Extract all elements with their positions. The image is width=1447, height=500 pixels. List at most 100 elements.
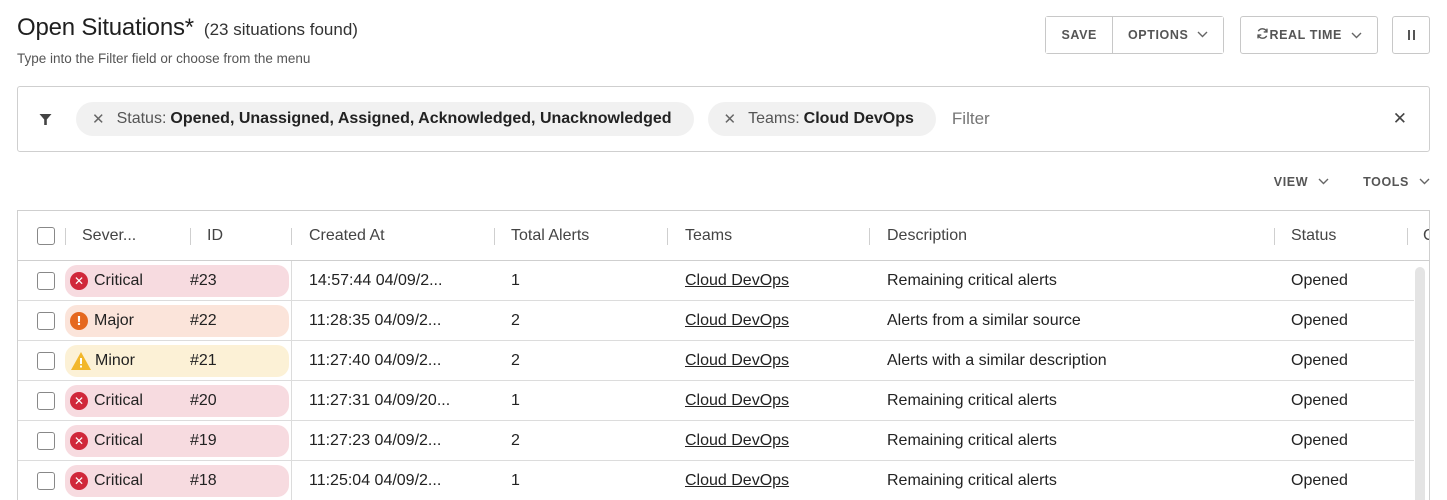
total-alerts-cell: 2 (511, 352, 520, 369)
created-at-cell: 11:25:04 04/09/2... (309, 472, 442, 489)
view-tools: VIEW TOOLS (1274, 175, 1430, 189)
critical-x-icon: ✕ (70, 272, 88, 290)
severity-cell: ! Major (70, 301, 134, 341)
severity-cell: ✕ Critical (70, 421, 143, 461)
row-checkbox[interactable] (37, 261, 55, 301)
row-checkbox[interactable] (37, 421, 55, 461)
chevron-down-icon (1351, 28, 1362, 42)
critical-x-icon: ✕ (70, 432, 88, 450)
team-link[interactable]: Cloud DevOps (685, 312, 789, 330)
situations-table: Sever... ID Created At Total Alerts Team… (17, 210, 1430, 500)
teams-cell: Cloud DevOps (685, 421, 789, 461)
realtime-button[interactable]: REAL TIME (1240, 16, 1378, 54)
situation-count: (23 situations found) (203, 20, 358, 39)
column-header-description[interactable]: Description (887, 211, 967, 261)
team-link[interactable]: Cloud DevOps (685, 472, 789, 490)
vertical-scrollbar[interactable] (1415, 267, 1425, 500)
teams-cell: Cloud DevOps (685, 341, 789, 381)
funnel-icon[interactable] (38, 112, 52, 126)
team-link[interactable]: Cloud DevOps (685, 272, 789, 290)
table-row[interactable]: ✕ Critical #18 11:25:04 04/09/2... 1 Cloud De… (18, 461, 1414, 500)
major-exclamation-icon: ! (70, 312, 88, 330)
id-cell: #18 (190, 472, 217, 489)
severity-label: Critical (94, 432, 143, 449)
chip-value: Cloud DevOps (803, 110, 914, 127)
teams-cell: Cloud DevOps (685, 301, 789, 341)
column-header-created-at[interactable]: Created At (309, 211, 385, 261)
row-checkbox[interactable] (37, 301, 55, 341)
created-at-cell: 14:57:44 04/09/2... (309, 272, 443, 289)
id-cell: #22 (190, 312, 217, 329)
description-cell: Alerts from a similar source (887, 312, 1081, 329)
status-cell: Opened (1291, 432, 1348, 449)
created-at-cell: 11:27:31 04/09/20... (309, 392, 451, 409)
filter-input[interactable] (951, 109, 1252, 129)
total-alerts-cell: 2 (511, 432, 520, 449)
chevron-down-icon (1197, 29, 1208, 41)
severity-label: Major (94, 312, 135, 329)
chevron-down-icon (1318, 176, 1329, 188)
pause-button[interactable] (1392, 16, 1430, 54)
chevron-down-icon (1419, 176, 1430, 188)
severity-cell: ✕ Critical (70, 461, 143, 500)
status-cell: Opened (1291, 312, 1348, 329)
total-alerts-cell: 1 (511, 392, 520, 409)
save-button[interactable]: SAVE (1046, 17, 1112, 53)
column-header-status[interactable]: Status (1291, 211, 1336, 261)
severity-label: Critical (94, 272, 143, 289)
filter-chip-status: ✕ Status: Opened, Unassigned, Assigned, … (76, 102, 694, 136)
column-header-more[interactable]: C (1423, 211, 1429, 261)
total-alerts-cell: 1 (511, 472, 520, 489)
description-cell: Remaining critical alerts (887, 392, 1057, 409)
created-at-cell: 11:27:23 04/09/2... (309, 432, 442, 449)
status-cell: Opened (1291, 352, 1348, 369)
id-cell: #23 (190, 272, 217, 289)
close-icon[interactable]: ✕ (92, 110, 105, 128)
view-menu-button[interactable]: VIEW (1274, 175, 1329, 189)
options-button[interactable]: OPTIONS (1111, 17, 1224, 53)
total-alerts-cell: 1 (511, 272, 520, 289)
row-checkbox[interactable] (37, 341, 55, 381)
column-header-teams[interactable]: Teams (685, 211, 732, 261)
row-checkbox[interactable] (37, 381, 55, 421)
total-alerts-cell: 2 (511, 312, 520, 329)
table-row[interactable]: Minor #21 11:27:40 04/09/2... 2 Cloud DevOps… (18, 341, 1414, 381)
page-header: Open Situations* (23 situations found) T… (17, 14, 358, 66)
filter-bar: ✕ Status: Opened, Unassigned, Assigned, … (17, 86, 1430, 152)
status-cell: Opened (1291, 392, 1348, 409)
teams-cell: Cloud DevOps (685, 381, 789, 421)
teams-cell: Cloud DevOps (685, 461, 789, 500)
severity-cell: ✕ Critical (70, 261, 143, 301)
column-header-total-alerts[interactable]: Total Alerts (511, 211, 589, 261)
chip-key: Teams: (748, 110, 800, 127)
tools-label: TOOLS (1363, 175, 1409, 189)
filter-chip-teams: ✕ Teams: Cloud DevOps (707, 102, 936, 136)
created-at-cell: 11:27:40 04/09/2... (309, 352, 442, 369)
view-label: VIEW (1273, 175, 1309, 189)
critical-x-icon: ✕ (70, 472, 88, 490)
created-at-cell: 11:28:35 04/09/2... (309, 312, 442, 329)
row-checkbox[interactable] (37, 461, 55, 500)
tools-menu-button[interactable]: TOOLS (1363, 175, 1430, 189)
refresh-icon (1256, 27, 1269, 43)
team-link[interactable]: Cloud DevOps (685, 432, 789, 450)
column-header-severity[interactable]: Sever... (82, 211, 136, 261)
table-row[interactable]: ✕ Critical #19 11:27:23 04/09/2... 2 Cloud De… (18, 421, 1414, 461)
description-cell: Remaining critical alerts (887, 272, 1057, 289)
table-row[interactable]: ✕ Critical #20 11:27:31 04/09/20... 1 Cloud D… (18, 381, 1414, 421)
minor-warning-icon (70, 351, 92, 371)
status-cell: Opened (1291, 472, 1348, 489)
select-all-checkbox[interactable] (37, 211, 55, 261)
clear-filter-icon[interactable]: ✕ (1393, 109, 1407, 129)
description-cell: Remaining critical alerts (887, 432, 1057, 449)
table-row[interactable]: ! Major #22 11:28:35 04/09/2... 2 Cloud DevOp… (18, 301, 1414, 341)
team-link[interactable]: Cloud DevOps (685, 352, 789, 370)
severity-label: Critical (94, 392, 143, 409)
column-header-id[interactable]: ID (207, 211, 223, 261)
close-icon[interactable]: ✕ (724, 110, 737, 128)
severity-label: Critical (94, 472, 143, 489)
team-link[interactable]: Cloud DevOps (685, 392, 789, 410)
table-row[interactable]: ✕ Critical #23 14:57:44 04/09/2... 1 Cloud De… (18, 261, 1414, 301)
description-cell: Remaining critical alerts (887, 472, 1057, 489)
save-options-group: SAVE OPTIONS (1045, 16, 1225, 54)
